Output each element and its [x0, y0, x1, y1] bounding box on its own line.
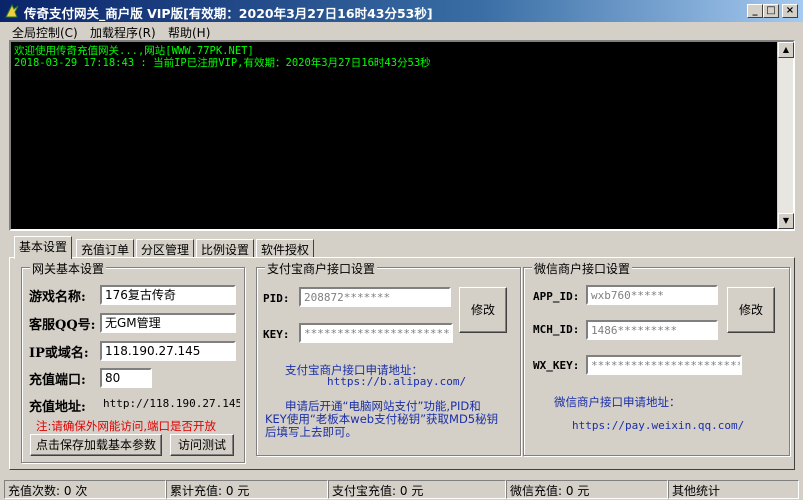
status-value: 0 元: [565, 484, 590, 498]
app-id-label: APP_ID:: [533, 290, 580, 303]
log-scrollbar[interactable]: ▲ ▼: [777, 42, 794, 229]
wechat-settings-group: 微信商户接口设置 APP_ID: wxb760***** MCH_ID: 148…: [523, 260, 790, 456]
wx-key-field[interactable]: **************************: [586, 355, 742, 375]
scroll-down-icon[interactable]: ▼: [778, 213, 794, 229]
status-value: 0 次: [63, 484, 88, 498]
port-label: 充值端口:: [29, 373, 86, 388]
tab-recharge-orders[interactable]: 充值订单: [76, 239, 135, 258]
mch-id-label: MCH_ID:: [533, 323, 580, 336]
status-wechat-recharge: 微信充值: 0 元: [506, 480, 668, 499]
group-title: 微信商户接口设置: [532, 260, 633, 277]
status-value: 0 元: [225, 484, 250, 498]
qq-field[interactable]: 无GM管理: [100, 313, 236, 333]
alipay-note-line: 后填写上去即可。: [265, 425, 357, 439]
save-settings-button[interactable]: 点击保存加载基本参数: [30, 434, 162, 456]
wechat-modify-button[interactable]: 修改: [727, 287, 775, 333]
status-other-stats: 其他统计: [668, 480, 799, 499]
tab-software-license[interactable]: 软件授权: [256, 239, 315, 258]
wx-key-label: WX_KEY:: [533, 359, 580, 372]
menu-help[interactable]: 帮助(H): [168, 24, 210, 41]
access-test-button[interactable]: 访问测试: [170, 434, 234, 456]
tab-basic-settings[interactable]: 基本设置: [14, 236, 73, 259]
recharge-address-field: http://118.190.27.145: [100, 395, 240, 415]
log-line: 2018-03-29 17:18:43 : 当前IP已注册VIP,有效期：202…: [14, 57, 431, 69]
window-title: 传奇支付网关_商户版 VIP版[有效期：2020年3月27日16时43分53秒]: [24, 6, 433, 21]
maximize-button[interactable]: □: [763, 4, 779, 18]
wechat-apply-label: 微信商户接口申请地址：: [554, 395, 681, 409]
status-label: 累计充值:: [170, 484, 223, 498]
status-label: 支付宝充值:: [332, 484, 397, 498]
menu-global-control[interactable]: 全局控制(C): [12, 24, 78, 41]
game-name-label: 游戏名称:: [29, 290, 86, 305]
key-field[interactable]: ************************: [299, 323, 453, 343]
status-label: 充值次数:: [8, 484, 61, 498]
recharge-address-label: 充值地址:: [29, 400, 86, 415]
gateway-settings-group: 网关基本设置 游戏名称: 176复古传奇 客服QQ号: 无GM管理 IP或域名:…: [21, 260, 245, 463]
minimize-button[interactable]: _: [747, 4, 763, 18]
pid-label: PID:: [263, 292, 290, 305]
log-console[interactable]: 欢迎使用传奇充值网关...,网站[WWW.77PK.NET] 2018-03-2…: [9, 40, 795, 231]
tab-ratio-settings[interactable]: 比例设置: [196, 239, 255, 258]
scroll-up-icon[interactable]: ▲: [778, 42, 794, 58]
status-bar: 充值次数: 0 次 累计充值: 0 元 支付宝充值: 0 元 微信充值: 0 元…: [0, 478, 803, 500]
status-alipay-recharge: 支付宝充值: 0 元: [328, 480, 506, 499]
alipay-settings-group: 支付宝商户接口设置 PID: 208872******* KEY: ******…: [256, 260, 521, 456]
group-title: 支付宝商户接口设置: [265, 260, 378, 277]
qq-label: 客服QQ号:: [29, 318, 96, 333]
close-button[interactable]: ×: [782, 4, 798, 18]
ip-label: IP或域名:: [29, 346, 89, 361]
mch-id-field[interactable]: 1486*********: [586, 320, 718, 340]
status-label: 其他统计: [672, 484, 721, 498]
group-title: 网关基本设置: [30, 260, 107, 277]
key-label: KEY:: [263, 328, 290, 341]
status-total-recharge: 累计充值: 0 元: [166, 480, 328, 499]
app-id-field[interactable]: wxb760*****: [586, 285, 718, 305]
pid-field[interactable]: 208872*******: [299, 287, 451, 307]
port-field[interactable]: 80: [100, 368, 152, 388]
status-recharge-count: 充值次数: 0 次: [4, 480, 166, 499]
tab-panel: 网关基本设置 游戏名称: 176复古传奇 客服QQ号: 无GM管理 IP或域名:…: [9, 257, 795, 470]
alipay-apply-url[interactable]: https://b.alipay.com/: [327, 375, 466, 388]
port-note: 注:请确保外网能访问,端口是否开放: [36, 419, 217, 433]
tab-zone-management[interactable]: 分区管理: [136, 239, 195, 258]
wechat-apply-url[interactable]: https://pay.weixin.qq.com/: [572, 419, 744, 432]
status-value: 0 元: [399, 484, 424, 498]
menu-load-program[interactable]: 加载程序(R): [90, 24, 156, 41]
game-name-field[interactable]: 176复古传奇: [100, 285, 236, 305]
alipay-modify-button[interactable]: 修改: [459, 287, 507, 333]
app-icon: [5, 3, 19, 18]
status-label: 微信充值:: [510, 484, 563, 498]
title-bar: 传奇支付网关_商户版 VIP版[有效期：2020年3月27日16时43分53秒]…: [0, 0, 803, 22]
menu-bar: 全局控制(C) 加载程序(R) 帮助(H): [0, 22, 803, 40]
ip-field[interactable]: 118.190.27.145: [100, 341, 236, 361]
